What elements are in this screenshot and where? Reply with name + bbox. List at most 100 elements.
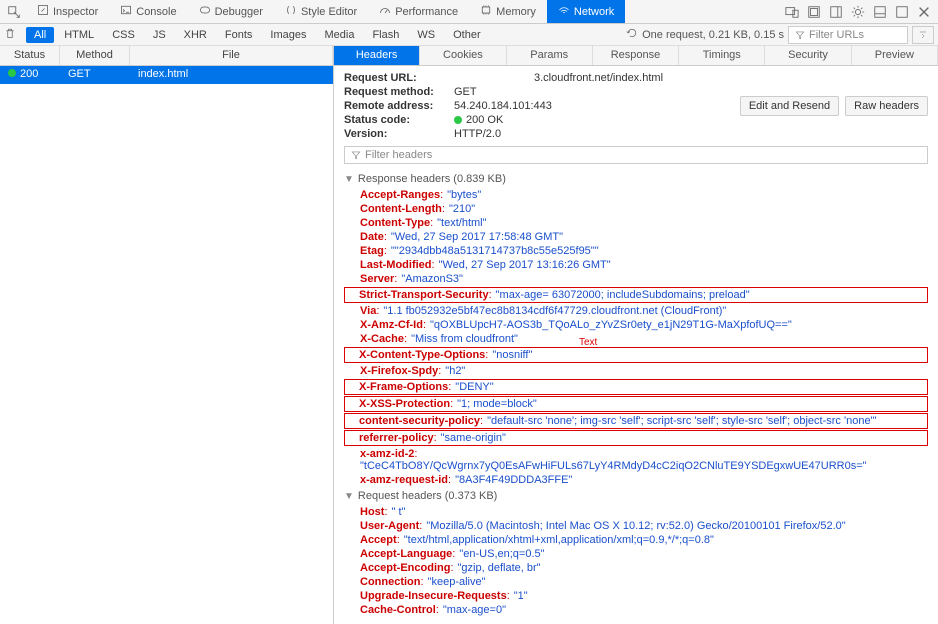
header-name: X-Frame-Options bbox=[359, 381, 448, 393]
tab-debugger[interactable]: Debugger bbox=[188, 0, 274, 23]
header-name: Accept bbox=[360, 534, 397, 546]
header-row: Content-Type: "text/html" bbox=[344, 216, 928, 230]
header-value: "text/html" bbox=[437, 217, 486, 229]
raw-headers-button[interactable]: Raw headers bbox=[845, 96, 928, 116]
filter-other[interactable]: Other bbox=[445, 27, 489, 43]
header-row: User-Agent: "Mozilla/5.0 (Macintosh; Int… bbox=[344, 519, 928, 533]
filter-css[interactable]: CSS bbox=[104, 27, 143, 43]
header-value: "h2" bbox=[445, 365, 465, 377]
header-value: "Miss from cloudfront" bbox=[411, 333, 518, 345]
chevron-down-icon: ▼ bbox=[344, 491, 354, 502]
dock-icon[interactable] bbox=[826, 2, 846, 22]
filter-html[interactable]: HTML bbox=[56, 27, 102, 43]
tab-styleeditor[interactable]: Style Editor bbox=[274, 0, 368, 23]
header-name: X-Cache bbox=[360, 333, 404, 345]
header-value: "same-origin" bbox=[441, 432, 506, 444]
console-icon bbox=[120, 4, 132, 19]
url-filter-input[interactable]: Filter URLs bbox=[788, 26, 908, 44]
header-row: Last-Modified: "Wed, 27 Sep 2017 13:16:2… bbox=[344, 258, 928, 272]
header-value: "en-US,en;q=0.5" bbox=[459, 548, 544, 560]
pick-element-icon[interactable] bbox=[4, 2, 24, 22]
detail-tab-params[interactable]: Params bbox=[507, 46, 593, 65]
filter-row: AllHTMLCSSJSXHRFontsImagesMediaFlashWSOt… bbox=[0, 24, 938, 46]
header-value: "Mozilla/5.0 (Macintosh; Intel Mac OS X … bbox=[426, 520, 845, 532]
filter-fonts[interactable]: Fonts bbox=[217, 27, 261, 43]
header-name: Cache-Control bbox=[360, 604, 436, 616]
request-row[interactable]: 200 GET index.html bbox=[0, 66, 333, 84]
header-name: User-Agent bbox=[360, 520, 419, 532]
trash-icon[interactable] bbox=[4, 27, 22, 42]
filter-headers-input[interactable]: Filter headers bbox=[344, 146, 928, 164]
filter-xhr[interactable]: XHR bbox=[176, 27, 215, 43]
detail-tab-security[interactable]: Security bbox=[765, 46, 851, 65]
header-name: Last-Modified bbox=[360, 259, 432, 271]
filter-ws[interactable]: WS bbox=[409, 27, 443, 43]
detail-tab-cookies[interactable]: Cookies bbox=[420, 46, 506, 65]
header-value: "Wed, 27 Sep 2017 17:58:48 GMT" bbox=[391, 231, 563, 243]
header-name: Content-Length bbox=[360, 203, 442, 215]
detail-tab-response[interactable]: Response bbox=[593, 46, 679, 65]
tab-console[interactable]: Console bbox=[109, 0, 187, 23]
col-file[interactable]: File bbox=[130, 46, 333, 65]
col-status[interactable]: Status bbox=[0, 46, 60, 65]
edit-resend-button[interactable]: Edit and Resend bbox=[740, 96, 839, 116]
header-value: "8A3F4F49DDDA3FFE" bbox=[455, 474, 572, 486]
header-value: " t" bbox=[392, 506, 406, 518]
filter-media[interactable]: Media bbox=[316, 27, 362, 43]
filter-all[interactable]: All bbox=[26, 27, 54, 43]
header-name: X-Firefox-Spdy bbox=[360, 365, 438, 377]
detail-tab-headers[interactable]: Headers bbox=[334, 46, 420, 65]
devtools-toolbar: InspectorConsoleDebuggerStyle EditorPerf… bbox=[0, 0, 938, 24]
header-name: Connection bbox=[360, 576, 421, 588]
filter-js[interactable]: JS bbox=[145, 27, 174, 43]
col-method[interactable]: Method bbox=[60, 46, 130, 65]
tab-network[interactable]: Network bbox=[547, 0, 625, 23]
detail-tab-preview[interactable]: Preview bbox=[852, 46, 938, 65]
tab-inspector[interactable]: Inspector bbox=[26, 0, 109, 23]
header-row: Server: "AmazonS3" bbox=[344, 272, 928, 286]
response-headers-toggle[interactable]: ▼Response headers (0.839 KB) bbox=[344, 170, 928, 188]
inspector-icon bbox=[37, 4, 49, 19]
version-value: HTTP/2.0 bbox=[454, 128, 501, 140]
responsive-icon[interactable] bbox=[782, 2, 802, 22]
header-name: X-XSS-Protection bbox=[359, 398, 450, 410]
tab-memory[interactable]: Memory bbox=[469, 0, 547, 23]
filter-images[interactable]: Images bbox=[262, 27, 314, 43]
header-name: Upgrade-Insecure-Requests bbox=[360, 590, 507, 602]
dock-side-icon[interactable] bbox=[870, 2, 890, 22]
header-row: Etag: ""2934dbb48a5131714737b8c55e525f95… bbox=[344, 244, 928, 258]
annotation-text: Text bbox=[579, 337, 597, 348]
header-row: Accept: "text/html,application/xhtml+xml… bbox=[344, 533, 928, 547]
header-name: x-amz-id-2 bbox=[360, 448, 414, 460]
status-dot-icon bbox=[8, 69, 16, 77]
tab-performance[interactable]: Performance bbox=[368, 0, 469, 23]
request-headers-toggle[interactable]: ▼Request headers (0.373 KB) bbox=[344, 487, 928, 505]
reload-icon[interactable] bbox=[626, 27, 638, 42]
detail-tab-timings[interactable]: Timings bbox=[679, 46, 765, 65]
header-name: Etag bbox=[360, 245, 384, 257]
network-icon bbox=[558, 4, 570, 19]
iframe-icon[interactable] bbox=[804, 2, 824, 22]
settings-icon[interactable] bbox=[848, 2, 868, 22]
close-icon[interactable] bbox=[914, 2, 934, 22]
debugger-icon bbox=[199, 4, 211, 19]
header-row: referrer-policy: "same-origin" bbox=[344, 430, 928, 446]
header-row: Host: " t" bbox=[344, 505, 928, 519]
header-row: X-Cache: "Miss from cloudfront" bbox=[344, 332, 928, 346]
memory-icon bbox=[480, 4, 492, 19]
header-row: x-amz-id-2: "tCeC4TbO8Y/QcWgrnx7yQ0EsAFw… bbox=[344, 447, 928, 473]
header-row: Date: "Wed, 27 Sep 2017 17:58:48 GMT" bbox=[344, 230, 928, 244]
header-name: Via bbox=[360, 305, 376, 317]
throttle-dropdown[interactable] bbox=[912, 26, 934, 44]
filter-flash[interactable]: Flash bbox=[364, 27, 407, 43]
details-panel: HeadersCookiesParamsResponseTimingsSecur… bbox=[334, 46, 938, 624]
header-row: Strict-Transport-Security: "max-age= 630… bbox=[344, 287, 928, 303]
header-value: "max-age= 63072000; includeSubdomains; p… bbox=[496, 289, 750, 301]
header-value: "DENY" bbox=[455, 381, 493, 393]
separate-window-icon[interactable] bbox=[892, 2, 912, 22]
perf-icon bbox=[379, 4, 391, 19]
header-row: Upgrade-Insecure-Requests: "1" bbox=[344, 589, 928, 603]
header-value: "max-age=0" bbox=[443, 604, 506, 616]
header-row: X-Amz-Cf-Id: "qOXBLUpcH7-AOS3b_TQoALo_zY… bbox=[344, 318, 928, 332]
header-row: X-Content-Type-Options: "nosniff" bbox=[344, 347, 928, 363]
